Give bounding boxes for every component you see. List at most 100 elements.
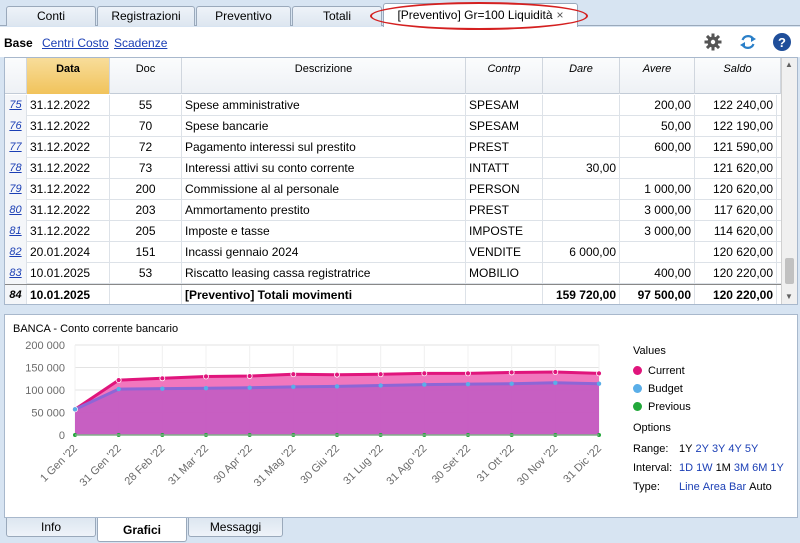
col-header-saldo[interactable]: Saldo xyxy=(695,58,781,94)
cell-dare[interactable]: 159 720,00 xyxy=(543,285,620,304)
cell-contrp[interactable]: PREST xyxy=(466,137,543,158)
legend-item-previous[interactable]: Previous xyxy=(633,398,691,416)
col-header-dare[interactable]: Dare xyxy=(543,58,620,94)
cell-saldo[interactable]: 122 240,00 xyxy=(695,95,777,116)
cell-descrizione[interactable]: Ammortamento prestito xyxy=(182,200,466,221)
cell-avere[interactable]: 1 000,00 xyxy=(620,179,695,200)
cell-doc[interactable]: 205 xyxy=(110,221,182,242)
cell-saldo[interactable]: 120 620,00 xyxy=(695,242,777,263)
cell-doc[interactable]: 151 xyxy=(110,242,182,263)
cell-descrizione[interactable]: Spese amministrative xyxy=(182,95,466,116)
cell-avere[interactable]: 200,00 xyxy=(620,95,695,116)
cell-contrp[interactable]: MOBILIO xyxy=(466,263,543,284)
cell-data[interactable]: 31.12.2022 xyxy=(27,137,110,158)
help-icon[interactable]: ? xyxy=(772,32,792,52)
cell-doc[interactable]: 203 xyxy=(110,200,182,221)
scrollbar-thumb[interactable] xyxy=(785,258,794,284)
range-option-2y[interactable]: 2Y xyxy=(695,443,708,455)
cell-saldo[interactable]: 117 620,00 xyxy=(695,200,777,221)
cell-data[interactable]: 31.12.2022 xyxy=(27,95,110,116)
cell-data[interactable]: 10.01.2025 xyxy=(27,285,110,304)
cell-contrp[interactable]: PREST xyxy=(466,200,543,221)
table-total-row[interactable]: 84 10.01.2025 [Preventivo] Totali moviment… xyxy=(5,284,781,304)
interval-option-1y[interactable]: 1Y xyxy=(770,462,783,474)
interval-option-1d[interactable]: 1D xyxy=(679,462,693,474)
row-number[interactable]: 75 xyxy=(5,95,27,116)
cell-data[interactable]: 31.12.2022 xyxy=(27,116,110,137)
cell-dare[interactable] xyxy=(543,221,620,242)
cell-saldo[interactable]: 121 590,00 xyxy=(695,137,777,158)
cell-contrp[interactable]: PERSON xyxy=(466,179,543,200)
tab-preventivo-liquidita[interactable]: [Preventivo] Gr=100 Liquidità × xyxy=(383,3,578,27)
view-scadenze[interactable]: Scadenze xyxy=(114,36,167,50)
col-header-data[interactable]: Data xyxy=(27,58,110,94)
cell-doc[interactable]: 70 xyxy=(110,116,182,137)
row-number[interactable]: 81 xyxy=(5,221,27,242)
col-header-contrp[interactable]: Contrp xyxy=(466,58,543,94)
cell-descrizione[interactable]: Pagamento interessi sul prestito xyxy=(182,137,466,158)
table-row[interactable]: 80 31.12.2022 203 Ammortamento prestito PRES… xyxy=(5,200,781,221)
tab-info[interactable]: Info xyxy=(6,518,96,537)
cell-data[interactable]: 20.01.2024 xyxy=(27,242,110,263)
row-number[interactable]: 83 xyxy=(5,263,27,284)
range-option-5y[interactable]: 5Y xyxy=(745,443,758,455)
tab-totali[interactable]: Totali xyxy=(292,6,382,26)
cell-descrizione[interactable]: Commissione al al personale xyxy=(182,179,466,200)
row-number[interactable]: 78 xyxy=(5,158,27,179)
cell-doc[interactable]: 72 xyxy=(110,137,182,158)
tab-registrazioni[interactable]: Registrazioni xyxy=(97,6,195,26)
cell-contrp[interactable]: IMPOSTE xyxy=(466,221,543,242)
type-option-bar[interactable]: Bar xyxy=(729,481,746,493)
cell-saldo[interactable]: 120 220,00 xyxy=(695,263,777,284)
legend-item-budget[interactable]: Budget xyxy=(633,380,691,398)
cell-avere[interactable]: 97 500,00 xyxy=(620,285,695,304)
cell-saldo[interactable]: 122 190,00 xyxy=(695,116,777,137)
cell-contrp[interactable] xyxy=(466,285,543,304)
row-number[interactable]: 77 xyxy=(5,137,27,158)
type-option-area[interactable]: Area xyxy=(703,481,726,493)
cell-avere[interactable]: 3 000,00 xyxy=(620,200,695,221)
cell-avere[interactable]: 600,00 xyxy=(620,137,695,158)
row-number[interactable]: 82 xyxy=(5,242,27,263)
cell-dare[interactable] xyxy=(543,137,620,158)
interval-option-1m[interactable]: 1M xyxy=(716,462,731,474)
cell-avere[interactable]: 3 000,00 xyxy=(620,221,695,242)
cell-contrp[interactable]: VENDITE xyxy=(466,242,543,263)
interval-option-3m[interactable]: 3M xyxy=(734,462,749,474)
row-number[interactable]: 76 xyxy=(5,116,27,137)
cell-doc[interactable]: 200 xyxy=(110,179,182,200)
table-row[interactable]: 78 31.12.2022 73 Interessi attivi su conto … xyxy=(5,158,781,179)
cell-saldo[interactable]: 120 220,00 xyxy=(695,285,777,304)
cell-avere[interactable] xyxy=(620,158,695,179)
cell-avere[interactable]: 50,00 xyxy=(620,116,695,137)
table-scrollbar[interactable]: ▲ ▼ xyxy=(781,58,797,304)
cell-data[interactable]: 31.12.2022 xyxy=(27,221,110,242)
row-number[interactable]: 84 xyxy=(5,285,27,304)
gear-icon[interactable] xyxy=(703,32,723,52)
row-number[interactable]: 79 xyxy=(5,179,27,200)
row-number[interactable]: 80 xyxy=(5,200,27,221)
cell-descrizione[interactable]: Incassi gennaio 2024 xyxy=(182,242,466,263)
tab-messaggi[interactable]: Messaggi xyxy=(188,518,283,537)
refresh-icon[interactable] xyxy=(738,32,758,52)
cell-descrizione[interactable]: Imposte e tasse xyxy=(182,221,466,242)
cell-contrp[interactable]: SPESAM xyxy=(466,95,543,116)
cell-doc[interactable]: 73 xyxy=(110,158,182,179)
cell-dare[interactable] xyxy=(543,179,620,200)
cell-dare[interactable]: 6 000,00 xyxy=(543,242,620,263)
cell-dare[interactable] xyxy=(543,200,620,221)
interval-option-6m[interactable]: 6M xyxy=(752,462,767,474)
close-icon[interactable]: × xyxy=(557,8,564,22)
scroll-up-icon[interactable]: ▲ xyxy=(785,60,793,69)
cell-data[interactable]: 31.12.2022 xyxy=(27,158,110,179)
tab-preventivo[interactable]: Preventivo xyxy=(196,6,291,26)
interval-option-1w[interactable]: 1W xyxy=(696,462,713,474)
cell-descrizione[interactable]: Interessi attivi su conto corrente xyxy=(182,158,466,179)
cell-saldo[interactable]: 120 620,00 xyxy=(695,179,777,200)
table-row[interactable]: 81 31.12.2022 205 Imposte e tasse IMPOSTE 3 0… xyxy=(5,221,781,242)
table-row[interactable]: 83 10.01.2025 53 Riscatto leasing cassa reg… xyxy=(5,263,781,284)
col-header-avere[interactable]: Avere xyxy=(620,58,695,94)
cell-doc[interactable]: 53 xyxy=(110,263,182,284)
range-option-1y[interactable]: 1Y xyxy=(679,443,692,455)
table-row[interactable]: 76 31.12.2022 70 Spese bancarie SPESAM 50,00 1… xyxy=(5,116,781,137)
